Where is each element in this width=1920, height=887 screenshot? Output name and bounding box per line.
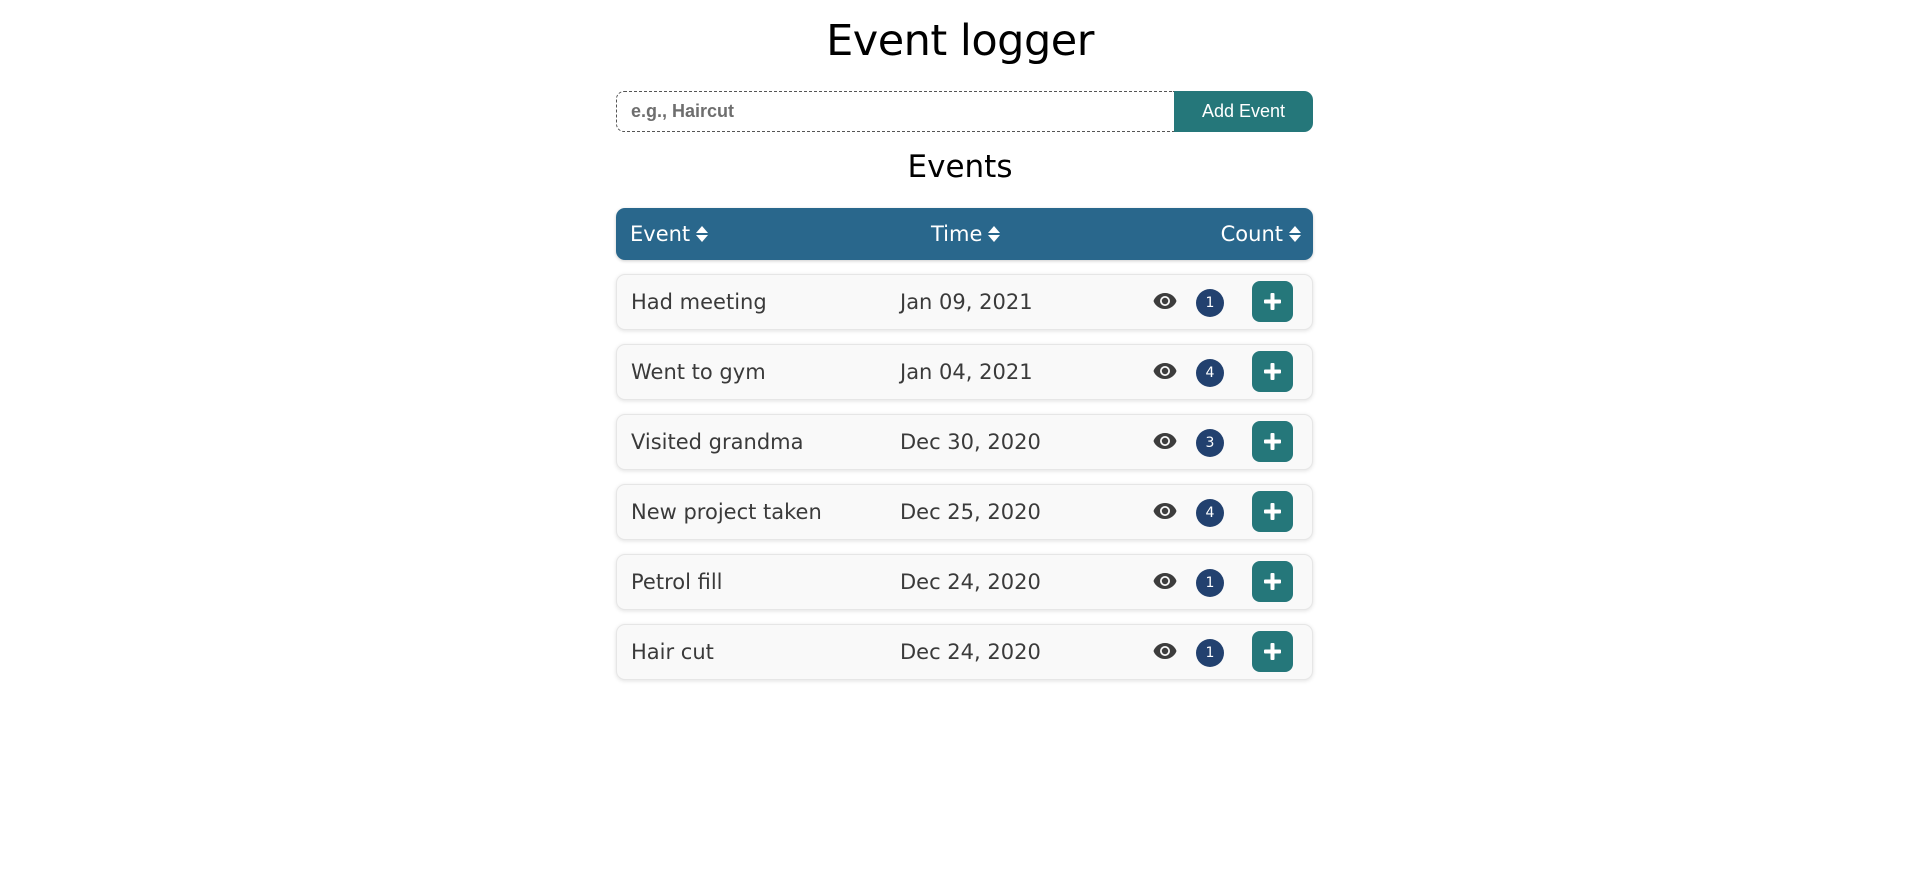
event-name: New project taken [631,500,822,524]
eye-icon[interactable] [1153,432,1177,450]
column-header-time-label: Time [931,222,983,246]
eye-icon[interactable] [1153,362,1177,380]
event-row: Had meeting Jan 09, 2021 1 [616,274,1313,330]
increment-count-button[interactable] [1252,631,1293,672]
event-row: Went to gym Jan 04, 2021 4 [616,344,1313,400]
event-row: Petrol fill Dec 24, 2020 1 [616,554,1313,610]
event-row: Visited grandma Dec 30, 2020 3 [616,414,1313,470]
plus-icon [1264,363,1281,380]
count-badge: 1 [1196,639,1224,667]
plus-icon [1264,643,1281,660]
events-table-header: Event Time Count [616,208,1313,260]
increment-count-button[interactable] [1252,491,1293,532]
add-event-button[interactable]: Add Event [1174,91,1313,132]
event-time: Dec 25, 2020 [900,500,1041,524]
event-name: Had meeting [631,290,767,314]
event-name: Visited grandma [631,430,804,454]
count-badge: 1 [1196,569,1224,597]
events-section-title: Events [907,149,1013,185]
column-header-count-label: Count [1220,222,1283,246]
sort-icon [696,225,709,243]
column-header-time[interactable]: Time [931,208,1001,260]
event-row: New project taken Dec 25, 2020 4 [616,484,1313,540]
count-badge: 4 [1196,499,1224,527]
sort-icon [1289,225,1301,243]
event-time: Dec 30, 2020 [900,430,1041,454]
sort-icon [988,225,1001,243]
event-logger-app: Event logger Add Event Events Event Time… [0,0,1920,887]
event-row: Hair cut Dec 24, 2020 1 [616,624,1313,680]
plus-icon [1264,573,1281,590]
add-event-form: Add Event [616,91,1313,132]
increment-count-button[interactable] [1252,421,1293,462]
event-time: Dec 24, 2020 [900,570,1041,594]
event-time: Dec 24, 2020 [900,640,1041,664]
count-badge: 1 [1196,289,1224,317]
eye-icon[interactable] [1153,642,1177,660]
increment-count-button[interactable] [1252,351,1293,392]
event-name: Petrol fill [631,570,723,594]
increment-count-button[interactable] [1252,281,1293,322]
column-header-event-label: Event [630,222,691,246]
plus-icon [1264,293,1281,310]
events-list: Had meeting Jan 09, 2021 1 Went to gym J… [616,274,1313,694]
eye-icon[interactable] [1153,502,1177,520]
count-badge: 3 [1196,429,1224,457]
eye-icon[interactable] [1153,292,1177,310]
event-time: Jan 04, 2021 [900,360,1033,384]
event-name: Went to gym [631,360,766,384]
plus-icon [1264,433,1281,450]
column-header-count[interactable]: Count [1221,208,1301,260]
eye-icon[interactable] [1153,572,1177,590]
event-name-input[interactable] [616,91,1174,132]
event-time: Jan 09, 2021 [900,290,1033,314]
page-title: Event logger [826,16,1094,66]
event-name: Hair cut [631,640,714,664]
plus-icon [1264,503,1281,520]
increment-count-button[interactable] [1252,561,1293,602]
count-badge: 4 [1196,359,1224,387]
column-header-event[interactable]: Event [630,208,709,260]
